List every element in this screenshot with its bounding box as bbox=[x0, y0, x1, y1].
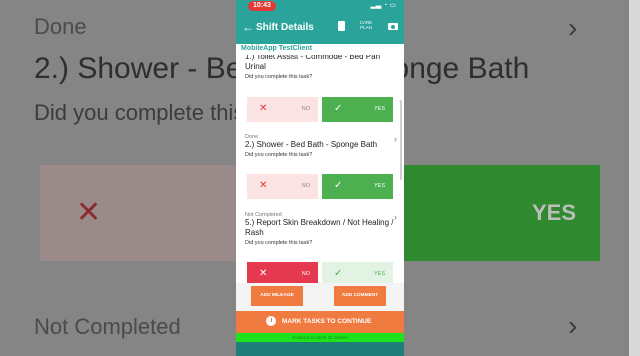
task-name: 2.) Shower - Bed Bath - Sponge Bath bbox=[245, 140, 378, 149]
task-question: Did you complete this task? bbox=[245, 152, 313, 158]
no-label: NO bbox=[301, 106, 310, 112]
system-nav-bar bbox=[236, 342, 404, 356]
clock-icon bbox=[266, 316, 276, 326]
no-button[interactable]: ✕ NO bbox=[247, 97, 318, 122]
yes-button[interactable]: ✓ YES bbox=[322, 174, 393, 199]
scrollbar[interactable] bbox=[400, 100, 402, 180]
no-button[interactable]: ✕ NO bbox=[247, 262, 318, 283]
x-icon: ✕ bbox=[259, 103, 268, 114]
care-plan-button[interactable]: CARE PLAN bbox=[354, 20, 378, 30]
bg-not-completed-label: Not Completed bbox=[34, 314, 181, 339]
bg-no-button bbox=[40, 165, 240, 261]
add-mileage-button[interactable]: ADD MILEAGE bbox=[251, 286, 303, 306]
task-list[interactable]: 1.) Toilet Assist - Commode - Bed Pan Ur… bbox=[236, 55, 404, 283]
x-icon: ✕ bbox=[259, 180, 268, 191]
status-bar: 10:43 ▂▃ ◔ ▭ bbox=[236, 0, 404, 12]
yes-label: YES bbox=[373, 271, 385, 277]
chevron-right-icon[interactable]: › bbox=[394, 212, 397, 222]
bg-done-label: Done bbox=[34, 14, 87, 39]
task-name: 1.) Toilet Assist - Commode - Bed Pan Ur… bbox=[245, 55, 381, 71]
bg-edge bbox=[629, 0, 640, 356]
yes-label: YES bbox=[373, 106, 385, 112]
no-label: NO bbox=[301, 183, 310, 189]
page-title: Shift Details bbox=[256, 22, 314, 33]
distance-banner: Distance to client 21 Meters bbox=[236, 333, 404, 342]
app-bar: ← Shift Details CARE PLAN bbox=[236, 12, 404, 44]
bg-x-icon: ✕ bbox=[76, 196, 102, 229]
no-label: NO bbox=[301, 271, 310, 277]
yes-button[interactable]: ✓ YES bbox=[322, 97, 393, 122]
mark-tasks-button[interactable]: MARK TASKS TO CONTINUE bbox=[236, 311, 404, 333]
yes-label: YES bbox=[373, 183, 385, 189]
task-item[interactable]: Done 2.) Shower - Bed Bath - Sponge Bath… bbox=[245, 134, 397, 158]
task-item: 1.) Toilet Assist - Commode - Bed Pan Ur… bbox=[245, 55, 395, 80]
yes-button[interactable]: ✓ YES bbox=[322, 262, 393, 283]
check-icon: ✓ bbox=[334, 103, 343, 114]
status-time: 10:43 bbox=[248, 1, 276, 11]
action-bar: ADD MILEAGE ADD COMMENT bbox=[236, 283, 404, 311]
check-icon: ✓ bbox=[334, 180, 343, 191]
phone-screen: 10:43 ▂▃ ◔ ▭ ← Shift Details CARE PLAN M… bbox=[236, 0, 404, 356]
bg-chevron-right-icon: › bbox=[568, 12, 578, 43]
task-name: 5.) Report Skin Breakdown / Not Healing … bbox=[245, 218, 394, 237]
status-icons: ▂▃ ◔ ▭ bbox=[370, 2, 397, 9]
no-button[interactable]: ✕ NO bbox=[247, 174, 318, 199]
chevron-right-icon[interactable]: › bbox=[394, 134, 397, 144]
camera-icon[interactable] bbox=[388, 23, 398, 30]
add-comment-button[interactable]: ADD COMMENT bbox=[334, 286, 386, 306]
document-icon[interactable] bbox=[338, 21, 345, 31]
mark-tasks-label: MARK TASKS TO CONTINUE bbox=[282, 318, 372, 325]
bg-chevron-right-icon: › bbox=[568, 310, 578, 341]
back-arrow-icon[interactable]: ← bbox=[242, 20, 254, 34]
task-item[interactable]: Not Completed 5.) Report Skin Breakdown … bbox=[245, 212, 397, 246]
client-name: MobileApp TestClient bbox=[241, 45, 313, 52]
task-question: Did you complete this task? bbox=[245, 240, 313, 246]
task-question: Did you complete this task? bbox=[245, 74, 313, 80]
check-icon: ✓ bbox=[334, 268, 343, 279]
x-icon: ✕ bbox=[259, 268, 268, 279]
bg-yes-label: YES bbox=[532, 200, 577, 225]
